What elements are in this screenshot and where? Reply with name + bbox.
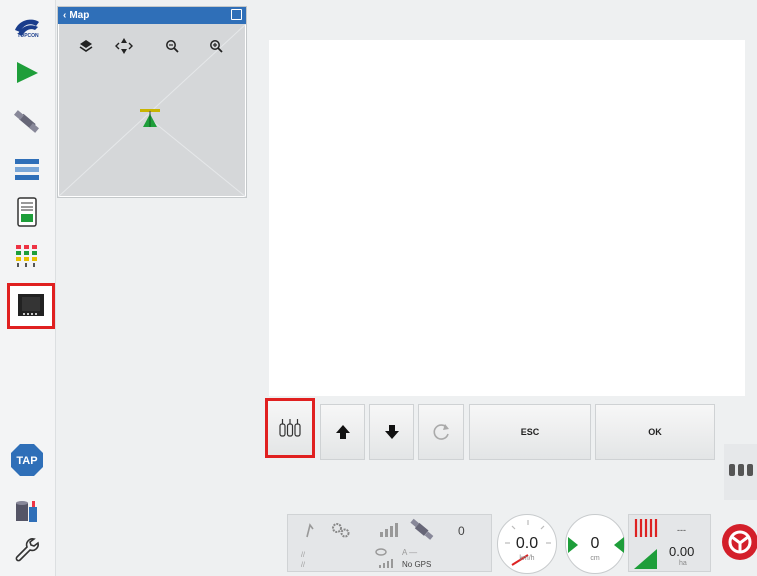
job-data-icon[interactable] — [8, 492, 46, 530]
display-screen-icon[interactable] — [7, 283, 55, 329]
steering-status-icon — [306, 523, 314, 538]
move-up-button[interactable] — [320, 404, 365, 460]
sections-side-icon — [729, 464, 753, 476]
tap-icon[interactable]: TAP — [8, 441, 46, 479]
satellite-count: 0 — [458, 524, 465, 538]
autosteer-button[interactable] — [720, 522, 757, 562]
ok-button[interactable]: OK — [595, 404, 715, 460]
wrench-icon[interactable] — [8, 530, 46, 568]
gps-status-panel[interactable]: 0 // // A — No GPS — [287, 514, 492, 572]
speed-gauge[interactable]: 0.0 km/h — [497, 514, 557, 574]
reset-button[interactable] — [418, 404, 464, 460]
tap-label: TAP — [16, 455, 37, 467]
numbering-button[interactable] — [265, 398, 315, 458]
arrow-up-icon — [335, 425, 350, 439]
speed-unit: km/h — [519, 555, 535, 562]
area-unit: ha — [679, 560, 687, 567]
sections-icon[interactable] — [8, 236, 46, 274]
offset-value: 0 — [590, 535, 600, 552]
satellite-icon — [410, 518, 434, 540]
svg-text://: // — [301, 552, 305, 559]
area-value: 0.00 — [669, 544, 695, 559]
zoom-out-icon[interactable] — [161, 35, 183, 57]
map-header[interactable]: ‹ Map — [58, 7, 246, 24]
coverage-icon — [634, 519, 658, 569]
accuracy-indicator: A — — [402, 548, 418, 557]
gps-satellite-icon[interactable] — [8, 103, 46, 141]
vehicle-icon — [140, 109, 160, 127]
correction-signal-icon — [379, 559, 393, 568]
offset-gauge[interactable]: 0 cm — [565, 514, 625, 574]
area-top-value: --- — [677, 525, 686, 535]
lock-status-icon: // // — [301, 552, 305, 569]
layers-icon[interactable] — [75, 35, 97, 57]
gps-status-text: No GPS — [402, 560, 432, 569]
esc-button[interactable]: ESC — [469, 404, 591, 460]
map-title: Map — [69, 10, 90, 21]
console-icon[interactable] — [8, 193, 46, 231]
guidance-arrow-icon[interactable] — [8, 53, 46, 91]
expand-icon[interactable] — [231, 9, 242, 20]
map-panel[interactable]: ‹ Map — [57, 6, 247, 198]
dialog-content — [269, 40, 745, 396]
gears-icon — [332, 523, 350, 538]
offset-unit: cm — [590, 555, 600, 562]
back-chevron-icon[interactable]: ‹ — [63, 10, 66, 21]
left-toolbar: TOPCON TAP — [0, 0, 56, 576]
zoom-in-icon[interactable] — [205, 35, 227, 57]
pan-icon[interactable] — [113, 35, 135, 57]
steering-wheel-icon — [722, 524, 757, 560]
implement-setup-icon[interactable] — [8, 150, 46, 188]
svg-text://: // — [301, 562, 305, 569]
move-down-button[interactable] — [369, 404, 414, 460]
area-panel[interactable]: --- 0.00 ha — [628, 514, 711, 572]
topcon-logo-icon[interactable] — [8, 8, 46, 46]
arrow-down-icon — [384, 425, 399, 439]
signal-bars-icon — [380, 523, 398, 537]
brand-text: TOPCON — [17, 33, 39, 39]
refresh-icon — [433, 424, 449, 440]
speed-value: 0.0 — [515, 535, 539, 552]
sections-side-button[interactable] — [724, 444, 757, 500]
numbered-sensors-icon — [279, 419, 301, 437]
